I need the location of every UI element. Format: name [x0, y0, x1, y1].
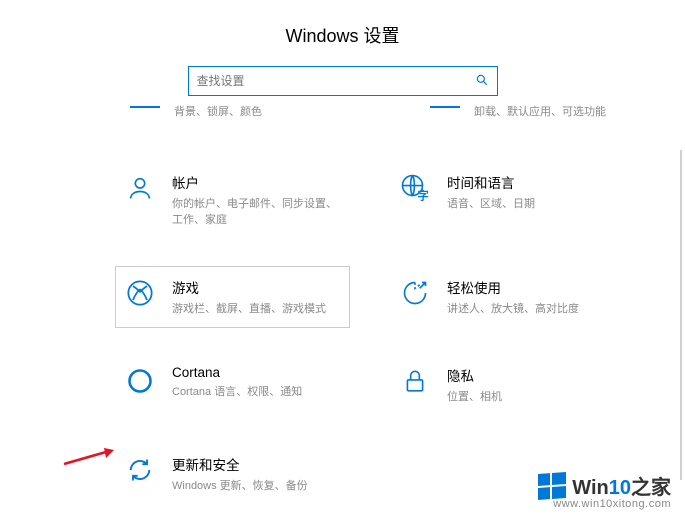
search-box[interactable]	[188, 66, 498, 96]
tile-time-language[interactable]: 字 时间和语言 语音、区域、日期	[390, 161, 625, 240]
tile-title: 游戏	[172, 277, 341, 297]
tile-title: 帐户	[172, 172, 341, 192]
tile-accounts[interactable]: 帐户 你的帐户、电子邮件、同步设置、工作、家庭	[115, 161, 350, 240]
watermark: Win10之家 www.win10xitong.com	[534, 469, 675, 512]
tile-gaming[interactable]: 游戏 游戏栏、截屏、直播、游戏模式	[115, 266, 350, 329]
svg-text:字: 字	[418, 188, 429, 202]
watermark-brand: Win10之家	[572, 471, 671, 500]
search-input[interactable]	[197, 74, 475, 88]
annotation-arrow	[62, 446, 117, 473]
monitor-icon	[130, 106, 160, 114]
tile-desc: Cortana 语言、权限、通知	[172, 384, 341, 401]
tile-desc: 背景、锁屏、颜色	[174, 104, 262, 121]
sync-icon	[124, 454, 156, 486]
person-icon	[124, 172, 156, 204]
tile-personalization-partial[interactable]: 背景、锁屏、颜色	[130, 104, 350, 121]
tile-desc: 语音、区域、日期	[447, 196, 616, 213]
page-title: Windows 设置	[0, 0, 685, 66]
tile-title: 时间和语言	[447, 172, 616, 192]
tile-cortana[interactable]: Cortana Cortana 语言、权限、通知	[115, 354, 350, 417]
tile-privacy[interactable]: 隐私 位置、相机	[390, 354, 625, 417]
globe-char-icon: 字	[399, 172, 431, 204]
tile-title: 隐私	[447, 365, 616, 385]
tile-title: 轻松使用	[447, 277, 616, 297]
ease-icon	[399, 277, 431, 309]
apps-icon	[430, 106, 460, 114]
tile-apps-partial[interactable]: 卸载、默认应用、可选功能	[430, 104, 650, 121]
tile-title: 更新和安全	[172, 454, 341, 474]
scrollbar[interactable]	[680, 150, 682, 480]
search-container	[0, 66, 685, 96]
search-icon	[475, 73, 489, 90]
tile-desc: Windows 更新、恢复、备份	[172, 478, 341, 495]
cortana-icon	[124, 365, 156, 397]
tile-desc: 你的帐户、电子邮件、同步设置、工作、家庭	[172, 196, 341, 229]
tile-desc: 卸载、默认应用、可选功能	[474, 104, 606, 121]
tile-desc: 讲述人、放大镜、高对比度	[447, 301, 616, 318]
tile-update-security[interactable]: 更新和安全 Windows 更新、恢复、备份	[115, 443, 350, 506]
windows-logo-icon	[538, 472, 566, 500]
xbox-icon	[124, 277, 156, 309]
tile-desc: 位置、相机	[447, 389, 616, 406]
cutoff-row: 背景、锁屏、颜色 卸载、默认应用、可选功能	[0, 104, 685, 121]
tile-desc: 游戏栏、截屏、直播、游戏模式	[172, 301, 341, 318]
watermark-url: www.win10xitong.com	[553, 498, 671, 510]
tile-ease-of-access[interactable]: 轻松使用 讲述人、放大镜、高对比度	[390, 266, 625, 329]
tile-title: Cortana	[172, 365, 341, 380]
lock-icon	[399, 365, 431, 397]
